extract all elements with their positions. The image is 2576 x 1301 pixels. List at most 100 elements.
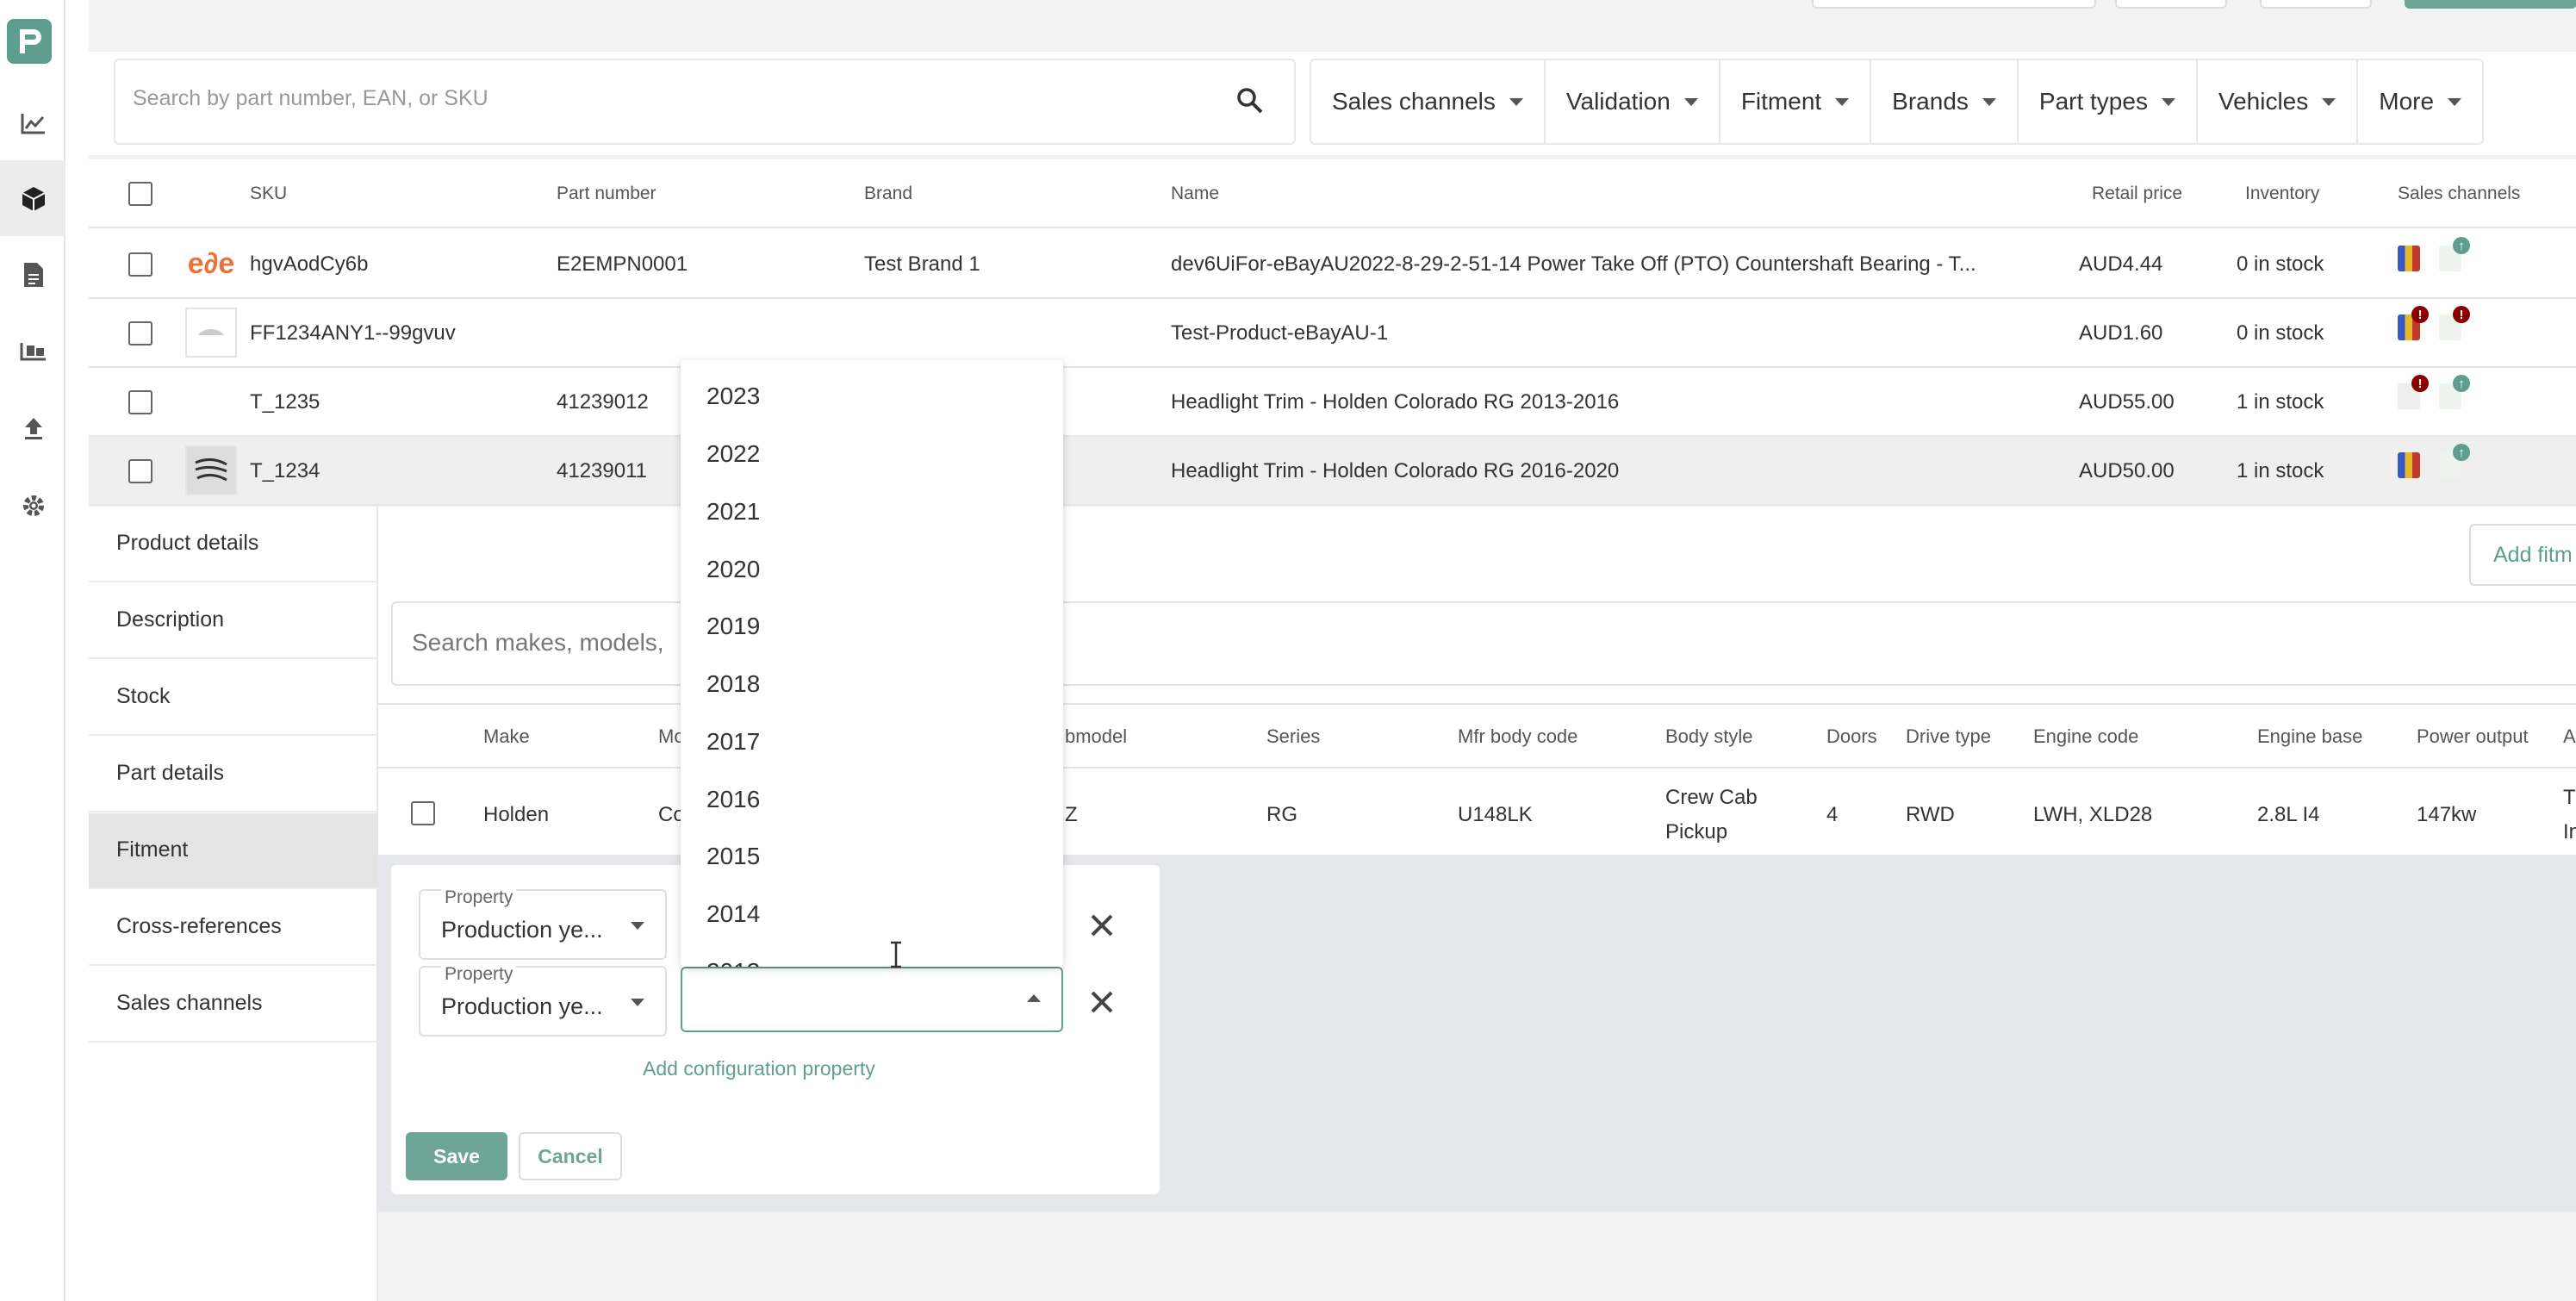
ebay-channel-icon[interactable]: ! bbox=[2398, 306, 2429, 340]
fitment-header-mfr-body-code[interactable]: Mfr body code bbox=[1458, 725, 1577, 748]
fitment-row-checkbox[interactable] bbox=[411, 801, 435, 825]
filter-vehicles[interactable]: Vehicles bbox=[2198, 60, 2359, 143]
column-header-sku[interactable]: SKU bbox=[250, 184, 287, 204]
sales-channel-icons: ↑ bbox=[2398, 237, 2470, 271]
table-row[interactable]: e∂e hgvAodCy6b E2EMPN0001 Test Brand 1 d… bbox=[89, 230, 2576, 299]
tab-description[interactable]: Description bbox=[89, 583, 378, 659]
text-cursor-icon bbox=[887, 941, 905, 968]
column-header-part-number[interactable]: Part number bbox=[557, 184, 656, 204]
top-button[interactable] bbox=[1812, 0, 2096, 9]
cube-icon[interactable] bbox=[12, 177, 55, 221]
filter-fitment[interactable]: Fitment bbox=[1720, 60, 1872, 143]
search-box[interactable] bbox=[114, 59, 1296, 145]
tab-cross-references[interactable]: Cross-references bbox=[89, 890, 378, 966]
property-select[interactable]: Property Production ye... bbox=[419, 887, 667, 960]
upload-icon[interactable] bbox=[12, 407, 55, 450]
ebay-channel-icon[interactable] bbox=[2398, 452, 2420, 478]
fitment-header-power-output[interactable]: Power output bbox=[2417, 725, 2529, 748]
tab-part-details[interactable]: Part details bbox=[89, 737, 378, 812]
property-label: Property bbox=[441, 964, 517, 985]
column-header-brand[interactable]: Brand bbox=[864, 184, 912, 204]
top-primary-button[interactable] bbox=[2405, 0, 2576, 9]
tab-fitment[interactable]: Fitment bbox=[89, 813, 378, 889]
dropdown-option[interactable]: 2022 bbox=[706, 440, 760, 468]
search-icon[interactable] bbox=[1235, 86, 1265, 121]
close-icon[interactable] bbox=[1087, 987, 1117, 1017]
store-channel-icon[interactable]: ! bbox=[2439, 306, 2470, 340]
caret-down-icon bbox=[1835, 97, 1850, 106]
row-checkbox[interactable] bbox=[128, 321, 152, 345]
chart-icon[interactable] bbox=[12, 102, 55, 145]
product-thumbnail bbox=[185, 308, 237, 358]
dropdown-option[interactable]: 2013 bbox=[706, 958, 760, 967]
fitment-cell-submodel: Z bbox=[1065, 803, 1078, 826]
fitment-header-extra[interactable]: A bbox=[2563, 725, 2576, 748]
status-error-icon: ! bbox=[2453, 306, 2470, 323]
store-channel-icon[interactable]: ↑ bbox=[2439, 237, 2470, 271]
dropdown-option[interactable]: 2019 bbox=[706, 613, 760, 640]
table-row[interactable]: T_1235 41239012 Headlight Trim - Holden … bbox=[89, 368, 2576, 437]
dropdown-option[interactable]: 2017 bbox=[706, 728, 760, 756]
fitment-header-engine-code[interactable]: Engine code bbox=[2033, 725, 2138, 748]
status-ok-icon: ↑ bbox=[2453, 237, 2470, 254]
document-icon[interactable] bbox=[12, 253, 55, 296]
cell-sku: hgvAodCy6b bbox=[250, 252, 369, 276]
status-ok-icon: ↑ bbox=[2453, 444, 2470, 461]
add-configuration-property-link[interactable]: Add configuration property bbox=[643, 1057, 875, 1080]
column-header-sales-channels[interactable]: Sales channels bbox=[2398, 184, 2520, 204]
status-ok-icon: ↑ bbox=[2453, 375, 2470, 392]
dropdown-option[interactable]: 2023 bbox=[706, 383, 760, 410]
row-checkbox[interactable] bbox=[128, 252, 152, 277]
filter-part-types[interactable]: Part types bbox=[2019, 60, 2198, 143]
fitment-header-drive-type[interactable]: Drive type bbox=[1906, 725, 1991, 748]
store-channel-icon[interactable]: ↑ bbox=[2439, 444, 2470, 478]
row-checkbox[interactable] bbox=[128, 459, 152, 483]
fitment-header-series[interactable]: Series bbox=[1266, 725, 1320, 748]
top-button[interactable] bbox=[2115, 0, 2227, 9]
fitment-header-body-style[interactable]: Body style bbox=[1665, 725, 1753, 748]
status-error-icon: ! bbox=[2411, 375, 2429, 392]
search-input[interactable] bbox=[133, 86, 1167, 111]
select-all-checkbox[interactable] bbox=[128, 182, 152, 206]
tab-stock[interactable]: Stock bbox=[89, 660, 378, 736]
column-header-name[interactable]: Name bbox=[1171, 184, 1219, 204]
table-row[interactable]: FF1234ANY1--99gvuv Test-Product-eBayAU-1… bbox=[89, 299, 2576, 368]
table-row-selected[interactable]: T_1234 41239011 Headlight Trim - Holden … bbox=[89, 437, 2576, 506]
row-checkbox[interactable] bbox=[128, 390, 152, 414]
save-button[interactable]: Save bbox=[406, 1132, 507, 1180]
fitment-cell-doors: 4 bbox=[1826, 803, 1839, 826]
fitment-header-doors[interactable]: Doors bbox=[1826, 725, 1877, 748]
dropdown-option[interactable]: 2014 bbox=[706, 900, 760, 928]
close-icon[interactable] bbox=[1087, 911, 1117, 940]
ebay-channel-icon[interactable] bbox=[2398, 246, 2420, 271]
tab-sales-channels[interactable]: Sales channels bbox=[89, 967, 378, 1043]
top-button[interactable] bbox=[2260, 0, 2372, 9]
dropdown-option[interactable]: 2021 bbox=[706, 498, 760, 526]
column-header-retail-price[interactable]: Retail price bbox=[2092, 184, 2182, 204]
ebay-channel-icon[interactable]: ! bbox=[2398, 375, 2429, 409]
filter-sales-channels[interactable]: Sales channels bbox=[1311, 60, 1546, 143]
dropdown-option[interactable]: 2020 bbox=[706, 556, 760, 583]
fitment-cell-drive-type: RWD bbox=[1906, 803, 1955, 826]
value-select[interactable] bbox=[681, 967, 1063, 1032]
store-channel-icon[interactable]: ↑ bbox=[2439, 375, 2470, 409]
filter-more[interactable]: More bbox=[2358, 60, 2482, 143]
truck-icon[interactable] bbox=[12, 331, 55, 374]
dropdown-option[interactable]: 2015 bbox=[706, 843, 760, 870]
fitment-header-make[interactable]: Make bbox=[483, 725, 530, 748]
add-fitment-button[interactable]: Add fitm bbox=[2469, 524, 2576, 586]
column-header-inventory[interactable]: Inventory bbox=[2245, 184, 2319, 204]
filter-validation[interactable]: Validation bbox=[1546, 60, 1720, 143]
logo-icon[interactable] bbox=[7, 19, 52, 64]
gear-icon[interactable] bbox=[12, 484, 55, 527]
filter-brands[interactable]: Brands bbox=[1871, 60, 2019, 143]
fitment-header-submodel[interactable]: bmodel bbox=[1065, 725, 1127, 748]
fitment-header-engine-base[interactable]: Engine base bbox=[2257, 725, 2362, 748]
cancel-button[interactable]: Cancel bbox=[519, 1132, 622, 1180]
property-select[interactable]: Property Production ye... bbox=[419, 964, 667, 1036]
dropdown-option[interactable]: 2018 bbox=[706, 670, 760, 698]
fitment-cell-extra: In bbox=[2563, 820, 2576, 843]
cell-retail-price: AUD55.00 bbox=[2079, 390, 2175, 414]
tab-product-details[interactable]: Product details bbox=[89, 507, 378, 582]
dropdown-option[interactable]: 2016 bbox=[706, 786, 760, 813]
